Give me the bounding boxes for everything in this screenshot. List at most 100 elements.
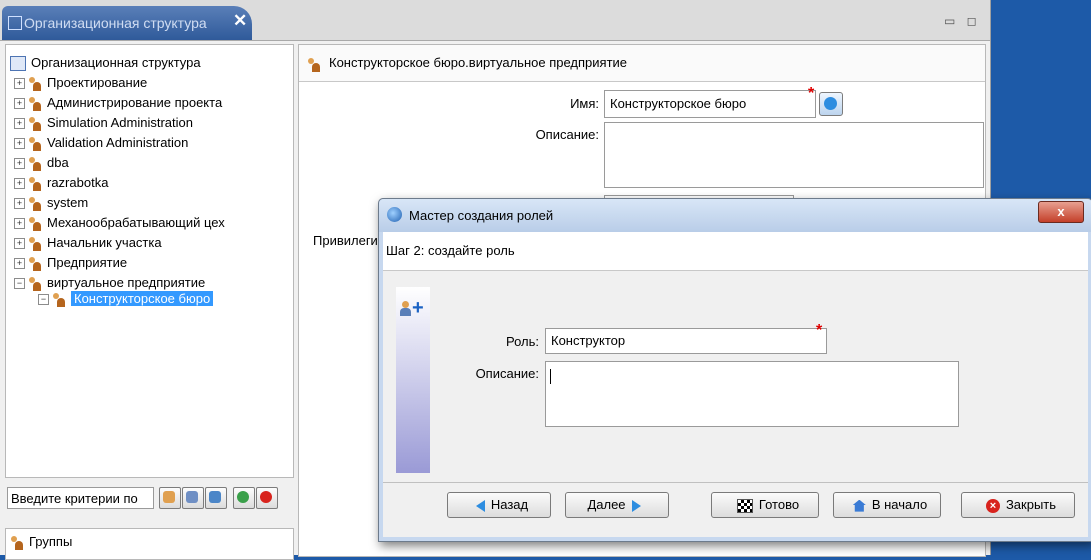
tree-item-label: Механообрабатывающий цех <box>47 215 225 230</box>
expander-icon[interactable]: + <box>14 138 25 150</box>
tree-item-label: Начальник участка <box>47 235 162 250</box>
expander-icon[interactable]: + <box>14 198 25 210</box>
text-caret <box>550 369 551 384</box>
divider <box>383 482 1088 483</box>
tree-item-label: Конструкторское бюро <box>71 291 214 306</box>
back-label: Назад <box>490 497 529 512</box>
expander-icon[interactable]: − <box>14 278 25 290</box>
expander-icon[interactable]: + <box>14 158 25 170</box>
finish-button[interactable]: Готово <box>711 492 819 518</box>
tree-root[interactable]: Организационная структура <box>10 53 201 72</box>
org-tree[interactable]: Организационная структура + Проектировани… <box>5 44 294 478</box>
stop-icon <box>260 491 272 503</box>
description-field[interactable] <box>604 122 984 188</box>
tree-item[interactable]: + system <box>14 193 88 212</box>
tree-item[interactable]: + Проектирование <box>14 73 147 92</box>
groups-icon <box>186 491 198 503</box>
expander-icon[interactable]: + <box>14 258 25 270</box>
search-groups-button[interactable] <box>182 487 204 509</box>
tree-item[interactable]: + Начальник участка <box>14 233 162 252</box>
list-item-label: Группы <box>29 534 73 549</box>
expander-icon[interactable]: + <box>14 238 25 250</box>
group-icon <box>163 491 175 503</box>
role-description-field[interactable] <box>545 361 959 427</box>
home-icon <box>852 499 866 512</box>
close-tab-icon[interactable]: ✕ <box>233 11 247 31</box>
role-label: Роль: <box>505 334 539 349</box>
tree-item-label: dba <box>47 155 69 170</box>
checkered-flag-icon <box>736 498 753 513</box>
name-field[interactable]: Конструкторское бюро <box>604 90 816 118</box>
close-button[interactable]: × Закрыть <box>961 492 1075 518</box>
tree-item[interactable]: + Validation Administration <box>14 133 188 152</box>
start-over-button[interactable]: В начало <box>833 492 941 518</box>
window-controls[interactable]: ▭ ◻ <box>944 14 981 28</box>
dialog-titlebar[interactable]: Мастер создания ролей x <box>379 199 1091 232</box>
group-icon <box>28 196 42 211</box>
tree-item-label: Администрирование проекта <box>47 95 223 110</box>
tree-item-selected[interactable]: − Конструкторское бюро <box>38 289 214 308</box>
role-wizard-dialog: Мастер создания ролей x Шаг 2: создайте … <box>378 198 1091 542</box>
tab-org-structure[interactable]: Организационная структура ✕ <box>2 6 252 40</box>
finish-label: Готово <box>758 497 800 512</box>
tree-item[interactable]: + razrabotka <box>14 173 108 192</box>
close-icon: × <box>985 498 1000 513</box>
expander-icon[interactable]: + <box>14 98 25 110</box>
expander-icon[interactable]: + <box>14 218 25 230</box>
tree-item-label: Проектирование <box>47 75 148 90</box>
expander-icon[interactable]: − <box>38 294 49 306</box>
org-chart-icon <box>8 16 22 30</box>
group-icon <box>28 116 42 131</box>
wizard-icon <box>387 207 402 222</box>
group-icon <box>28 156 42 171</box>
tree-item[interactable]: + Механообрабатывающий цех <box>14 213 225 232</box>
refresh-icon <box>237 491 249 503</box>
group-icon <box>28 176 42 191</box>
tree-item[interactable]: + Предприятие <box>14 253 127 272</box>
detail-header: Конструкторское бюро.виртуальное предпри… <box>299 45 985 82</box>
bottom-list: Группы <box>5 528 294 560</box>
role-description-label: Описание: <box>475 366 539 381</box>
stop-button[interactable] <box>256 487 278 509</box>
role-field[interactable]: Конструктор <box>545 328 827 354</box>
tree-item[interactable]: + Администрирование проекта <box>14 93 222 112</box>
expander-icon[interactable]: + <box>14 178 25 190</box>
step-title: Шаг 2: создайте роль <box>386 243 515 258</box>
tree-root-label: Организационная структура <box>31 55 201 70</box>
detail-title: Конструкторское бюро.виртуальное предпри… <box>329 55 628 70</box>
tree-item[interactable]: + dba <box>14 153 69 172</box>
tree-item-label: виртуальное предприятие <box>47 275 206 290</box>
privileges-label: Привилеги <box>313 233 378 248</box>
expander-icon[interactable]: + <box>14 78 25 90</box>
search-input[interactable]: Введите критерии по <box>7 487 154 509</box>
close-dialog-button[interactable]: x <box>1038 201 1084 223</box>
refresh-button[interactable] <box>233 487 255 509</box>
required-marker: * <box>816 322 823 339</box>
tree-item-label: Предприятие <box>47 255 128 270</box>
tab-title: Организационная структура <box>24 15 207 31</box>
tree-item[interactable]: + Simulation Administration <box>14 113 193 132</box>
add-role-icon: + <box>400 297 426 327</box>
search-users-button[interactable] <box>159 487 181 509</box>
wizard-step-header: Шаг 2: создайте роль <box>383 232 1088 271</box>
tree-item-label: razrabotka <box>47 175 109 190</box>
search-person-button[interactable] <box>205 487 227 509</box>
group-icon <box>52 292 66 307</box>
globe-icon <box>824 97 837 110</box>
dialog-body: Шаг 2: создайте роль + Роль: Конструктор… <box>383 232 1088 537</box>
expander-icon[interactable]: + <box>14 118 25 130</box>
close-label: Закрыть <box>1005 497 1057 512</box>
translate-button[interactable] <box>819 92 843 116</box>
org-chart-icon <box>10 56 26 72</box>
next-button[interactable]: Далее <box>565 492 669 518</box>
wizard-side-banner: + <box>396 287 430 473</box>
group-icon <box>28 76 42 91</box>
back-button[interactable]: Назад <box>447 492 551 518</box>
group-icon <box>28 96 42 111</box>
list-item-groups[interactable]: Группы <box>10 532 72 551</box>
name-label: Имя: <box>570 96 599 111</box>
group-icon <box>28 216 42 231</box>
group-icon <box>28 136 42 151</box>
dialog-title: Мастер создания ролей <box>409 208 554 223</box>
person-icon <box>209 491 221 503</box>
